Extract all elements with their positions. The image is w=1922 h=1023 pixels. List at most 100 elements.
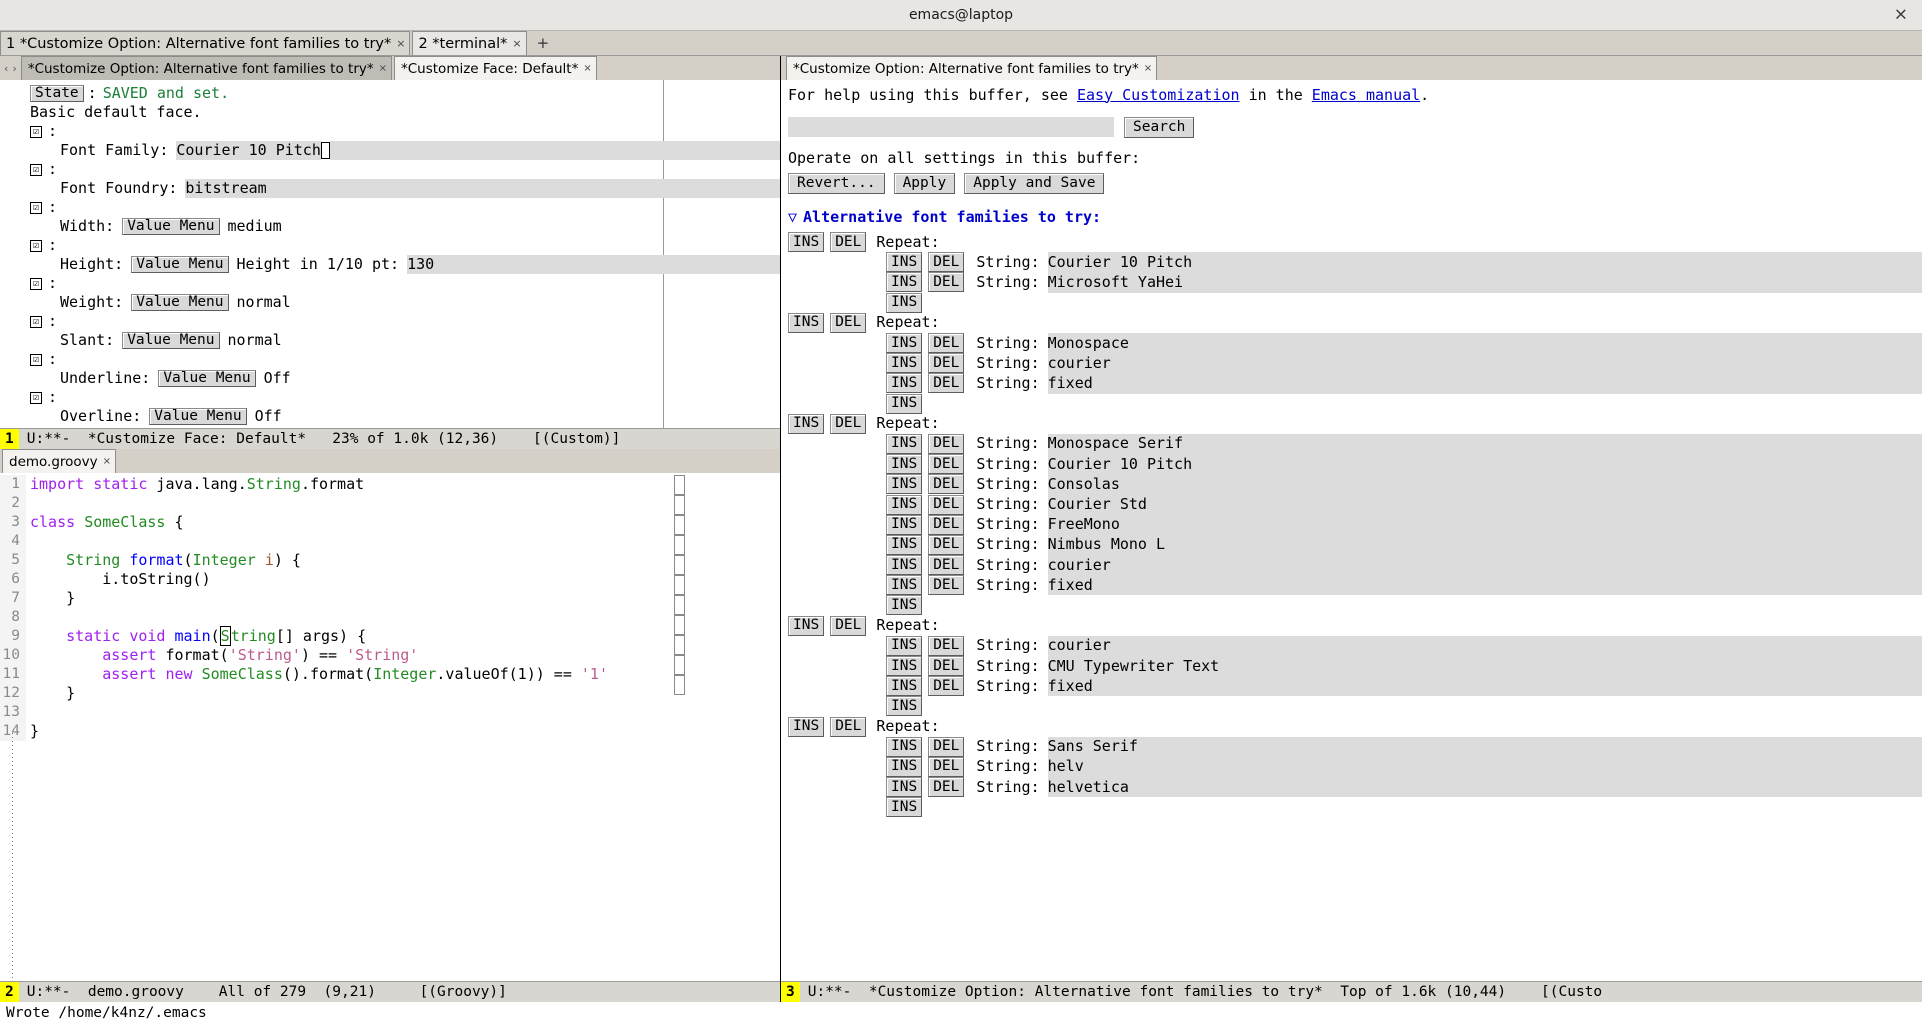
del-button-item[interactable]: DEL	[928, 454, 965, 475]
close-icon[interactable]: ×	[396, 37, 405, 50]
del-button-item[interactable]: DEL	[928, 676, 965, 697]
ins-button-item[interactable]: INS	[886, 676, 923, 697]
ins-button-append[interactable]: INS	[886, 797, 923, 818]
del-button-item[interactable]: DEL	[928, 756, 965, 777]
value-menu-overline[interactable]: Value Menu	[149, 408, 247, 425]
font-family-value[interactable]: FreeMono	[1047, 514, 1922, 535]
attr-value-font-family[interactable]: Courier 10 Pitch	[176, 141, 321, 160]
section-header-row[interactable]: ▽ Alternative font families to try :	[788, 202, 1922, 232]
attr-value-font-foundry[interactable]: bitstream	[185, 179, 267, 198]
ins-button-item[interactable]: INS	[886, 272, 923, 293]
value-menu-slant[interactable]: Value Menu	[122, 332, 220, 349]
font-family-value[interactable]: Nimbus Mono L	[1047, 534, 1922, 555]
checkbox-width[interactable]: ☑	[30, 201, 42, 214]
code-line[interactable]: 4	[0, 532, 780, 551]
del-button-item[interactable]: DEL	[928, 514, 965, 535]
font-family-value[interactable]: Monospace	[1047, 332, 1922, 354]
ins-button-item[interactable]: INS	[886, 373, 923, 394]
code-line[interactable]: 3 class SomeClass {	[0, 513, 780, 532]
del-button-item[interactable]: DEL	[928, 272, 965, 293]
value-menu-height[interactable]: Value Menu	[131, 256, 229, 273]
code-line[interactable]: 2	[0, 494, 780, 513]
code-line[interactable]: 10 assert format('String') == 'String'	[0, 646, 780, 665]
del-button-group[interactable]: DEL	[830, 232, 867, 253]
del-button-item[interactable]: DEL	[928, 373, 965, 394]
font-family-value[interactable]: Microsoft YaHei	[1047, 272, 1922, 293]
code-line[interactable]: 14}	[0, 722, 780, 741]
del-button-item[interactable]: DEL	[928, 252, 965, 273]
font-family-value[interactable]: Monospace Serif	[1047, 433, 1922, 455]
new-tab-button[interactable]: +	[529, 31, 558, 55]
easy-customization-link[interactable]: Easy Customization	[1077, 86, 1240, 105]
ins-button-item[interactable]: INS	[886, 353, 923, 374]
ins-button-group[interactable]: INS	[788, 312, 825, 333]
font-family-value[interactable]: courier	[1047, 555, 1922, 576]
ins-button-item[interactable]: INS	[886, 777, 923, 798]
ins-button-append[interactable]: INS	[886, 595, 923, 616]
close-icon[interactable]: ×	[379, 63, 387, 74]
ins-button-append[interactable]: INS	[886, 696, 923, 717]
chevron-left-icon[interactable]: ‹	[4, 62, 8, 75]
search-button[interactable]: Search	[1124, 116, 1195, 138]
font-family-value[interactable]: Courier 10 Pitch	[1047, 252, 1922, 273]
ins-button-group[interactable]: INS	[788, 232, 825, 253]
del-button-item[interactable]: DEL	[928, 777, 965, 798]
chevron-down-icon[interactable]: ▽	[788, 208, 797, 227]
code-line[interactable]: 5 String format(Integer i) {	[0, 551, 780, 570]
frame-tab-2[interactable]: 2 *terminal* ×	[412, 31, 527, 55]
code-line[interactable]: 8	[0, 608, 780, 627]
del-button-item[interactable]: DEL	[928, 555, 965, 576]
close-icon[interactable]: ×	[512, 37, 521, 50]
checkbox-underline[interactable]: ☑	[30, 353, 42, 366]
checkbox-font-foundry[interactable]: ☑	[30, 163, 42, 176]
del-button-item[interactable]: DEL	[928, 353, 965, 374]
ins-button-item[interactable]: INS	[886, 656, 923, 677]
value-menu-weight[interactable]: Value Menu	[131, 294, 229, 311]
checkbox-weight[interactable]: ☑	[30, 277, 42, 290]
del-button-item[interactable]: DEL	[928, 474, 965, 495]
ins-button-item[interactable]: INS	[886, 756, 923, 777]
ins-button-item[interactable]: INS	[886, 575, 923, 596]
tab-customize-option[interactable]: *Customize Option: Alternative font fami…	[20, 56, 392, 80]
attr-value-height-number[interactable]: 130	[407, 255, 435, 274]
font-family-value[interactable]: Courier 10 Pitch	[1047, 454, 1922, 475]
font-family-value[interactable]: Sans Serif	[1047, 736, 1922, 757]
apply-button[interactable]: Apply	[893, 172, 956, 194]
value-menu-underline[interactable]: Value Menu	[158, 370, 256, 387]
del-button-item[interactable]: DEL	[928, 433, 965, 454]
tab-demo-groovy[interactable]: demo.groovy ×	[2, 449, 117, 473]
ins-button-item[interactable]: INS	[886, 474, 923, 495]
font-family-value[interactable]: CMU Typewriter Text	[1047, 655, 1922, 677]
ins-button-append[interactable]: INS	[886, 393, 923, 414]
del-button-item[interactable]: DEL	[928, 534, 965, 555]
code-line[interactable]: 7 }	[0, 589, 780, 608]
font-family-value[interactable]: courier	[1047, 353, 1922, 374]
ins-button-item[interactable]: INS	[886, 333, 923, 354]
font-family-value[interactable]: helvetica	[1047, 777, 1922, 798]
code-lines[interactable]: 1 import static java.lang.String.format 2 3…	[0, 473, 780, 741]
ins-button-group[interactable]: INS	[788, 716, 825, 737]
checkbox-slant[interactable]: ☑	[30, 315, 42, 328]
code-line[interactable]: 6 i.toString()	[0, 570, 780, 589]
close-icon[interactable]: ×	[103, 456, 111, 467]
value-menu-width[interactable]: Value Menu	[122, 218, 220, 235]
ins-button-item[interactable]: INS	[886, 494, 923, 515]
del-button-item[interactable]: DEL	[928, 333, 965, 354]
del-button-item[interactable]: DEL	[928, 635, 965, 656]
code-line[interactable]: 12 }	[0, 684, 780, 703]
close-icon[interactable]: ×	[1894, 6, 1908, 24]
checkbox-overline[interactable]: ☑	[30, 391, 42, 404]
font-family-value[interactable]: helv	[1047, 756, 1922, 778]
revert-button[interactable]: Revert...	[788, 172, 885, 194]
font-family-value[interactable]: fixed	[1047, 373, 1922, 394]
font-family-value[interactable]: fixed	[1047, 575, 1922, 596]
del-button-item[interactable]: DEL	[928, 494, 965, 515]
ins-button-item[interactable]: INS	[886, 736, 923, 757]
del-button-item[interactable]: DEL	[928, 575, 965, 596]
ins-button-item[interactable]: INS	[886, 252, 923, 273]
del-button-group[interactable]: DEL	[830, 615, 867, 636]
ins-button-item[interactable]: INS	[886, 555, 923, 576]
demo-groovy-buffer[interactable]: 1 import static java.lang.String.format 2 3…	[0, 473, 780, 981]
font-family-value[interactable]: Courier Std	[1047, 494, 1922, 515]
emacs-manual-link[interactable]: Emacs manual	[1312, 86, 1420, 105]
